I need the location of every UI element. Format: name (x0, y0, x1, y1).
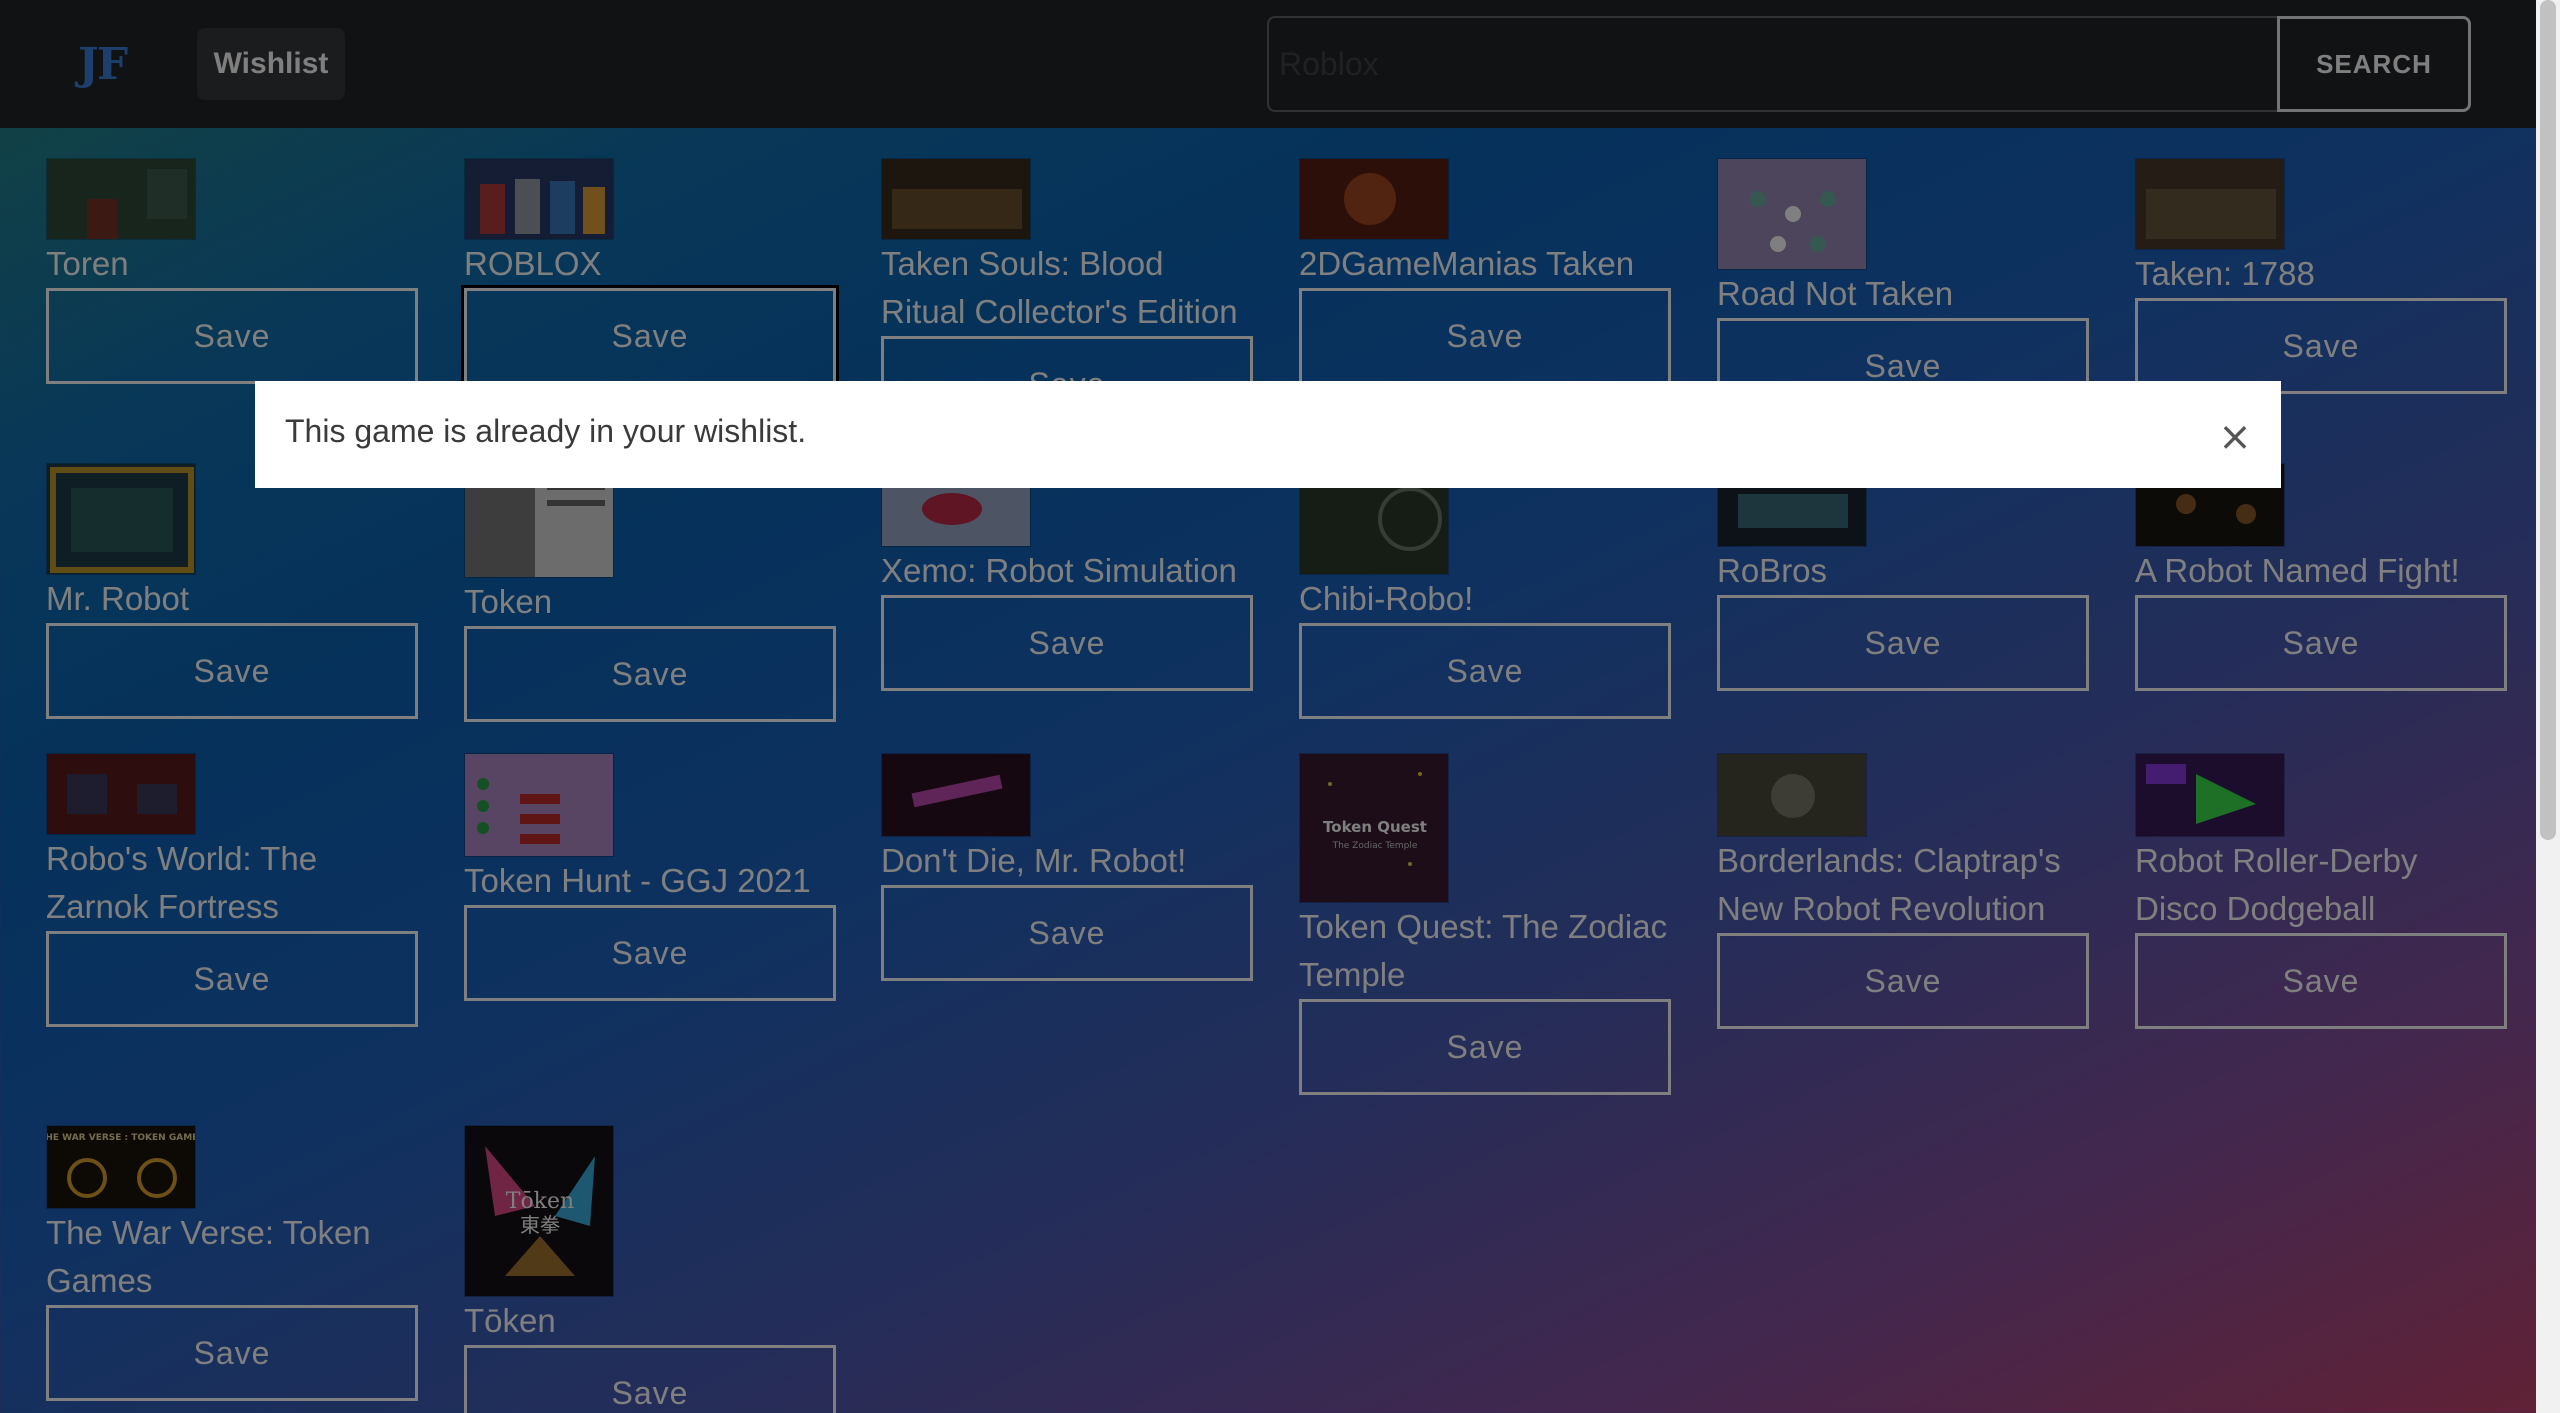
close-icon[interactable]: × (2215, 417, 2255, 457)
wishlist-alert-modal: This game is already in your wishlist. × (255, 381, 2281, 488)
modal-backdrop[interactable] (0, 0, 2560, 1413)
alert-message: This game is already in your wishlist. (285, 413, 807, 449)
scrollbar-thumb[interactable] (2540, 0, 2556, 840)
page-scrollbar[interactable] (2536, 0, 2560, 1413)
